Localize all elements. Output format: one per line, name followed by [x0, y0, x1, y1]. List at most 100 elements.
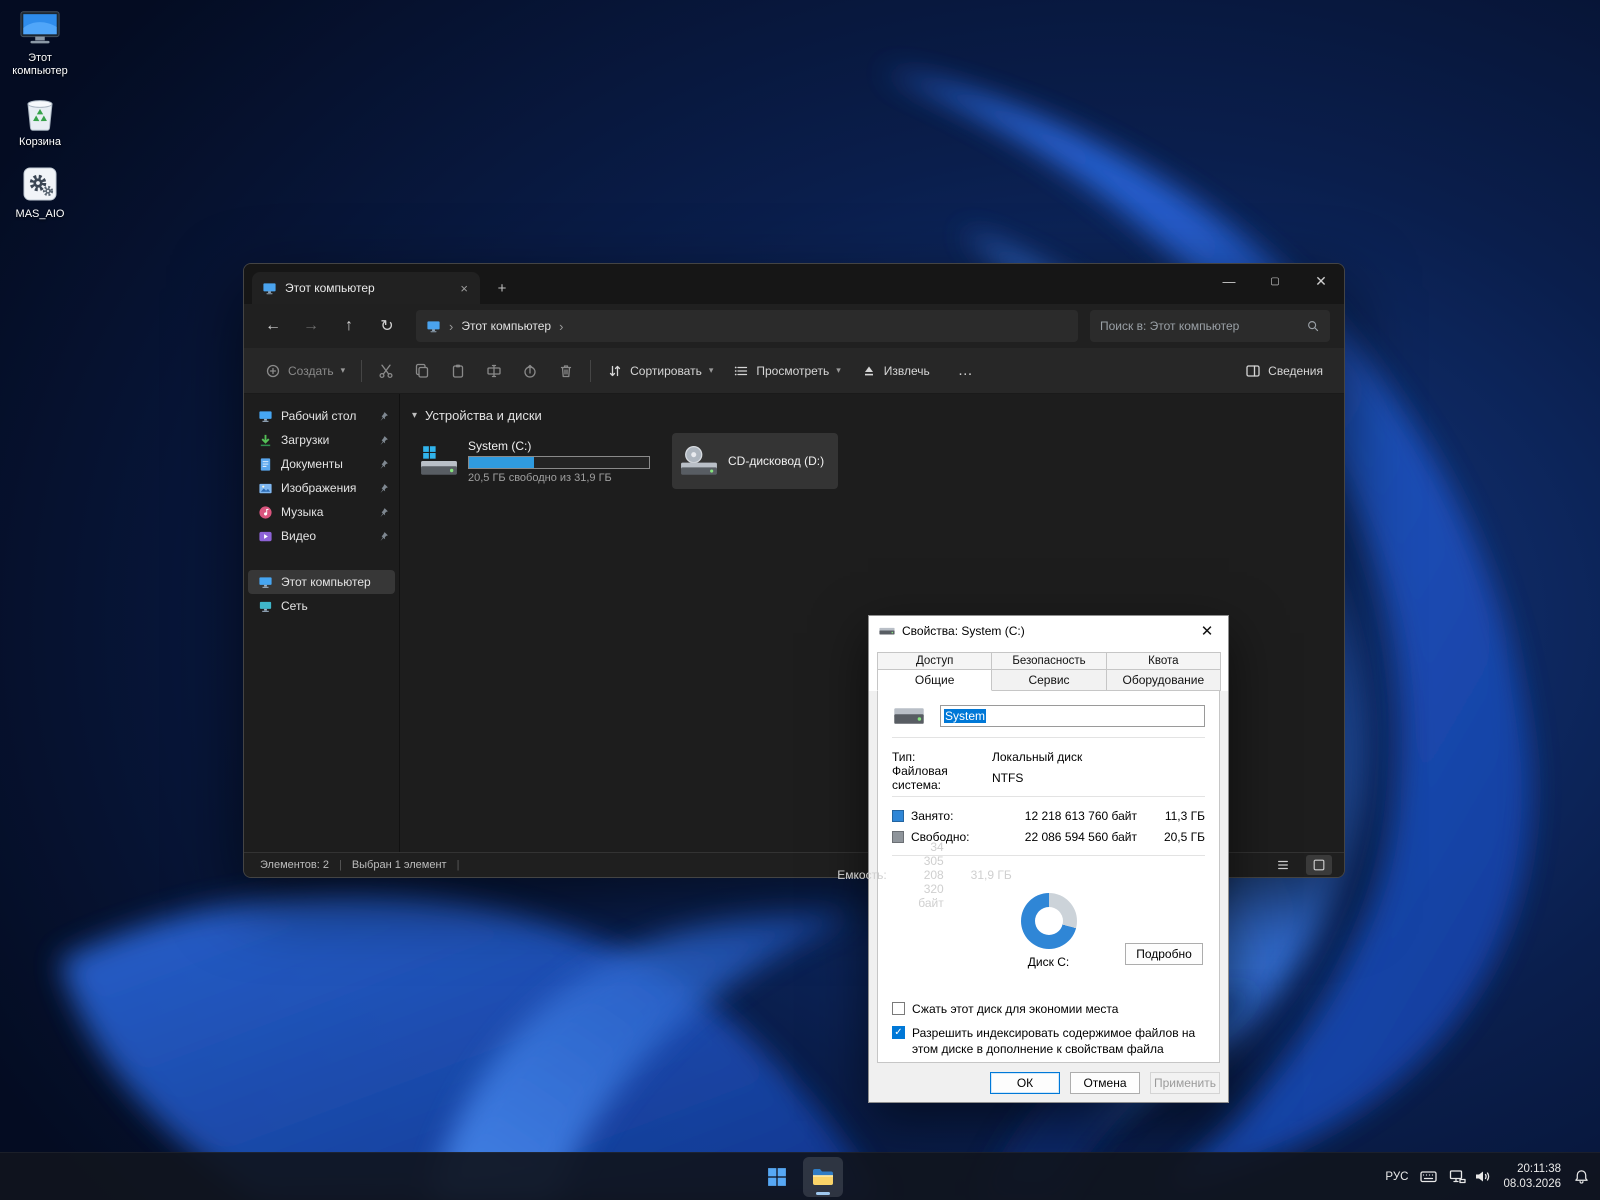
sidebar-item-this-pc[interactable]: Этот компьютер: [248, 570, 395, 594]
rename-icon: [487, 364, 501, 377]
new-tab-button[interactable]: +: [488, 274, 516, 302]
network-icon: [259, 601, 272, 612]
tab-close-icon[interactable]: ×: [456, 281, 472, 296]
desktop-icon-grid: Этот компьютер Корзина MAS_AIO: [4, 8, 76, 235]
navigation-bar: ← → ↑ ↻ › Этот компьютер › Поиск в: Этот…: [244, 304, 1344, 348]
desktop-icon-mas-aio[interactable]: MAS_AIO: [4, 164, 76, 221]
used-label: Занято:: [911, 808, 954, 823]
list-view-toggle[interactable]: [1270, 855, 1296, 875]
drive-usage-fill: [469, 456, 534, 468]
ok-button[interactable]: ОК: [990, 1072, 1060, 1094]
paste-button[interactable]: [441, 354, 475, 388]
compress-checkbox[interactable]: [892, 1002, 905, 1015]
taskbar-explorer-button[interactable]: [803, 1156, 843, 1197]
tab-security[interactable]: Безопасность: [991, 652, 1107, 669]
pictures-icon: [259, 483, 272, 493]
details-button[interactable]: Подробно: [1125, 943, 1203, 965]
share-button[interactable]: [513, 354, 547, 388]
general-tab-page: System Тип: Локальный диск Файловая сист…: [837, 691, 1220, 1063]
used-color-swatch: [892, 809, 904, 822]
pin-icon: [380, 435, 388, 445]
sidebar-item-desktop[interactable]: Рабочий стол: [248, 404, 395, 428]
tab-access[interactable]: Доступ: [877, 652, 993, 669]
drive-tiles: System (C:) 20,5 ГБ свободно из 31,9 ГБ: [412, 433, 1344, 489]
sidebar-item-music[interactable]: Музыка: [248, 500, 395, 524]
system-tray[interactable]: [1449, 1169, 1491, 1184]
language-indicator[interactable]: РУС: [1385, 1171, 1408, 1183]
type-label: Тип:: [892, 749, 916, 764]
desktop-icon-recycle-bin[interactable]: Корзина: [4, 92, 76, 149]
toolbar-separator: [361, 359, 363, 382]
sidebar-separator: [248, 548, 395, 570]
sort-button[interactable]: Сортировать ▾: [598, 354, 722, 388]
drive-tile-cd-d[interactable]: CD-дисковод (D:): [672, 433, 839, 489]
filesystem-label: Файловая система:: [892, 763, 948, 792]
command-bar: Создать ▾ Сортировать ▾ Просмотреть ▾ Из…: [244, 348, 1344, 394]
rename-button[interactable]: [477, 354, 511, 388]
desktop-icon-this-pc[interactable]: Этот компьютер: [4, 8, 76, 78]
index-checkbox-row[interactable]: ✓ Разрешить индексировать содержимое фай…: [892, 1025, 1205, 1057]
drive-name: System (C:): [468, 438, 532, 453]
list-view-icon: [1278, 860, 1288, 870]
dialog-close-button[interactable]: ✕: [1192, 618, 1222, 644]
touch-keyboard-icon[interactable]: [1420, 1169, 1438, 1184]
search-input[interactable]: Поиск в: Этот компьютер: [1090, 310, 1330, 342]
eject-button[interactable]: Извлечь: [852, 354, 939, 388]
dialog-tabs: Доступ Безопасность Квота Общие Сервис О…: [869, 646, 1228, 691]
chevron-down-icon: ▾: [708, 365, 714, 375]
maximize-button[interactable]: ▢: [1252, 264, 1298, 298]
window-controls: — ▢ ✕: [1206, 264, 1344, 304]
sidebar-item-downloads[interactable]: Загрузки: [248, 428, 395, 452]
explorer-tab[interactable]: Этот компьютер ×: [252, 272, 480, 304]
sidebar-item-videos[interactable]: Видео: [248, 524, 395, 548]
tab-hardware[interactable]: Оборудование: [1105, 669, 1221, 691]
breadcrumb[interactable]: Этот компьютер: [461, 319, 551, 333]
view-button[interactable]: Просмотреть ▾: [724, 354, 849, 388]
start-button[interactable]: [757, 1157, 797, 1197]
new-button[interactable]: Создать ▾: [256, 354, 354, 388]
sidebar-item-pictures[interactable]: Изображения: [248, 476, 395, 500]
toolbar-separator: [590, 359, 592, 382]
tab-quota[interactable]: Квота: [1105, 652, 1221, 669]
forward-button[interactable]: →: [294, 310, 328, 342]
devices-section-header[interactable]: ▾ Устройства и диски: [412, 402, 1344, 433]
hard-drive-icon: [879, 627, 895, 635]
index-checkbox[interactable]: ✓: [892, 1026, 905, 1040]
cut-button[interactable]: [369, 354, 403, 388]
close-button[interactable]: ✕: [1298, 264, 1344, 298]
up-button[interactable]: ↑: [332, 310, 366, 342]
volume-label-value: System: [944, 709, 987, 723]
tab-general[interactable]: Общие: [877, 669, 993, 691]
apply-button: Применить: [1150, 1072, 1220, 1094]
sidebar-item-documents[interactable]: Документы: [248, 452, 395, 476]
copy-button[interactable]: [405, 354, 439, 388]
delete-button[interactable]: [549, 354, 583, 388]
desktop-icon-label: Этот компьютер: [12, 52, 68, 78]
minimize-button[interactable]: —: [1206, 264, 1252, 298]
sidebar-item-network[interactable]: Сеть: [248, 594, 395, 618]
volume-icon: [1474, 1169, 1491, 1184]
back-button[interactable]: ←: [256, 310, 290, 342]
details-pane-button[interactable]: Сведения: [1236, 354, 1332, 388]
drive-tile-system-c[interactable]: System (C:) 20,5 ГБ свободно из 31,9 ГБ: [412, 433, 664, 489]
free-bytes: 22 086 594 560 байт: [1024, 829, 1137, 844]
drive-free-space: 20,5 ГБ свободно из 31,9 ГБ: [468, 471, 612, 484]
plus-circle-icon: [266, 364, 280, 377]
thumbnail-view-toggle[interactable]: [1306, 855, 1332, 875]
search-placeholder: Поиск в: Этот компьютер: [1100, 319, 1240, 333]
compress-checkbox-row[interactable]: Сжать этот диск для экономии места: [892, 1001, 1205, 1017]
taskbar-clock[interactable]: 20:11:38 08.03.2026: [1503, 1162, 1561, 1192]
tab-tools[interactable]: Сервис: [991, 669, 1107, 691]
address-bar[interactable]: › Этот компьютер ›: [416, 310, 1078, 342]
status-separator: |: [338, 859, 342, 871]
volume-label-input[interactable]: System: [940, 705, 1205, 727]
more-options-button[interactable]: …: [941, 354, 991, 388]
capacity-chart-area: Диск C: Подробно: [892, 889, 1205, 993]
notification-bell-icon[interactable]: [1573, 1169, 1590, 1184]
cancel-button[interactable]: Отмена: [1070, 1072, 1140, 1094]
sort-icon: [609, 365, 621, 376]
capacity-size: 31,9 ГБ: [970, 867, 1012, 882]
refresh-button[interactable]: ↻: [370, 310, 404, 342]
share-icon: [524, 364, 536, 378]
breadcrumb-chevron-icon[interactable]: ›: [559, 319, 563, 334]
